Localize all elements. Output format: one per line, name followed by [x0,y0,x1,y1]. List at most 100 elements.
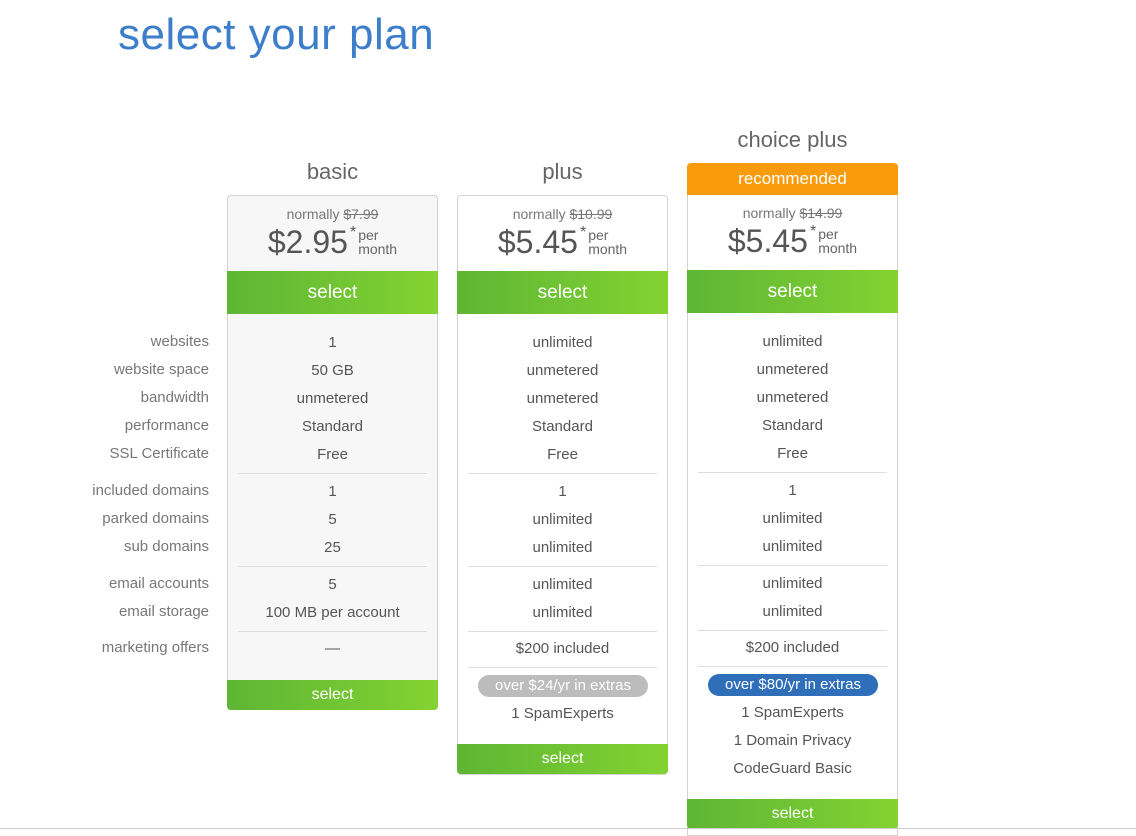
value-marketing-offers: $200 included [745,639,840,656]
label-email-storage: email storage [118,603,209,620]
extras-badge: over $80/yr in extras [708,674,878,696]
month-label: month [588,241,628,257]
normal-price-line: normally $14.99 [688,205,897,221]
select-button-bottom[interactable]: select [227,680,438,710]
asterisk: * [349,224,357,241]
page-divider [0,828,1136,829]
value-email-accounts: unlimited [532,576,593,593]
recommended-badge: recommended [687,163,898,195]
value-sub-domains: 25 [324,539,341,556]
value-website-space: 50 GB [311,362,354,379]
plan-card: normally $14.99 $5.45 * per month select un… [687,195,898,836]
divider [698,630,887,631]
value-ssl: Free [547,446,578,463]
normal-price: $14.99 [799,205,843,221]
per-month: per month [588,228,627,256]
divider [238,473,427,474]
normally-label: normally [512,206,566,222]
extra-item: 1 SpamExperts [511,705,614,722]
value-performance: Standard [762,417,823,434]
value-email-storage: 100 MB per account [265,604,400,621]
plan-card: normally $10.99 $5.45 * per month select un… [457,195,668,775]
month-label: month [818,240,858,256]
divider [698,472,887,473]
plan-card: normally $7.99 $2.95 * per month select 1 5… [227,195,438,710]
asterisk: * [579,224,587,241]
divider [698,666,887,667]
normal-price: $7.99 [343,206,379,222]
currency: $ [267,224,286,260]
value-email-accounts: 5 [328,576,337,593]
value-website-space: unmetered [526,362,599,379]
value-email-accounts: unlimited [762,575,823,592]
label-included-domains: included domains [92,482,209,499]
divider [468,631,657,632]
currency: $ [497,224,516,260]
price-amount: 5.45 [515,224,578,260]
value-website-space: unmetered [756,361,829,378]
extra-item: 1 SpamExperts [741,704,844,721]
month-label: month [358,241,398,257]
select-button-top[interactable]: select [457,271,668,314]
normally-label: normally [286,206,340,222]
value-parked-domains: unlimited [532,511,593,528]
price: $5.45 * per month [688,223,897,263]
label-sub-domains: sub domains [123,538,209,555]
extras-badge: over $24/yr in extras [478,675,648,697]
value-included-domains: 1 [328,483,337,500]
select-button-bottom[interactable]: select [687,799,898,829]
plan-name: choice plus [737,127,848,152]
label-marketing-offers: marketing offers [101,639,209,656]
price: $2.95 * per month [228,224,437,264]
value-performance: Standard [302,418,363,435]
value-ssl: Free [317,446,348,463]
normal-price-line: normally $7.99 [228,206,437,222]
price-amount: 2.95 [285,224,348,260]
per-month: per month [818,227,857,255]
value-websites: 1 [328,334,337,351]
divider [468,566,657,567]
value-websites: unlimited [762,333,823,350]
label-performance: performance [124,417,209,434]
select-button-bottom[interactable]: select [457,744,668,774]
value-email-storage: unlimited [762,603,823,620]
label-parked-domains: parked domains [102,510,209,527]
value-sub-domains: unlimited [532,539,593,556]
label-websites: websites [150,333,209,350]
extra-item: 1 Domain Privacy [733,732,852,749]
value-websites: unlimited [532,334,593,351]
label-website-space: website space [113,361,209,378]
select-button-top[interactable]: select [687,270,898,313]
normal-price: $10.99 [569,206,613,222]
value-bandwidth: unmetered [296,390,369,407]
value-bandwidth: unmetered [526,390,599,407]
plan-name: plus [542,159,583,184]
plan-name: basic [306,159,359,184]
value-included-domains: 1 [558,483,567,500]
divider [698,565,887,566]
value-marketing-offers: — [325,640,340,657]
value-performance: Standard [532,418,593,435]
per-month: per month [358,228,397,256]
price-amount: 5.45 [745,223,808,259]
value-marketing-offers: $200 included [515,640,610,657]
price: $5.45 * per month [458,224,667,264]
normally-label: normally [742,205,796,221]
divider [468,667,657,668]
value-sub-domains: unlimited [762,538,823,555]
extra-item: CodeGuard Basic [733,760,852,777]
normal-price-line: normally $10.99 [458,206,667,222]
value-ssl: Free [777,445,808,462]
value-parked-domains: 5 [328,511,337,528]
value-included-domains: 1 [788,482,797,499]
select-button-top[interactable]: select [227,271,438,314]
page-title: select your plan [118,10,435,59]
value-parked-domains: unlimited [762,510,823,527]
divider [468,473,657,474]
currency: $ [727,223,746,259]
label-email-accounts: email accounts [108,575,209,592]
value-bandwidth: unmetered [756,389,829,406]
label-ssl-certificate: SSL Certificate [109,445,210,462]
asterisk: * [809,223,817,240]
divider [238,566,427,567]
